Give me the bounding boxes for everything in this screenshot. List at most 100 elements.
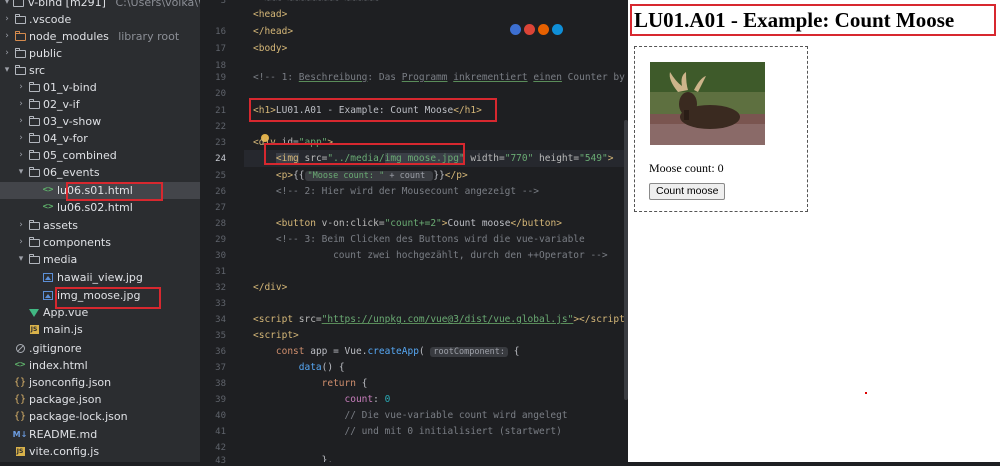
code-line: <!-- 2: Hier wird der Mousecount angezei… — [275, 186, 539, 197]
chevron-right-icon[interactable]: › — [16, 96, 26, 113]
tree-item[interactable]: App.vue — [0, 304, 200, 321]
tree-item-label: main.js — [43, 323, 83, 336]
folder-icon — [12, 0, 24, 11]
code-line: <head> — [253, 9, 288, 20]
tree-item-label: 05_combined — [43, 149, 117, 162]
chevron-right-icon[interactable]: › — [16, 130, 26, 147]
tree-item[interactable]: hawaii_view.jpg — [0, 269, 200, 286]
chevron-right-icon[interactable]: › — [2, 45, 12, 62]
tree-item[interactable]: › 02_v-if — [0, 96, 200, 113]
code-line: return { — [321, 378, 368, 389]
edge-icon[interactable] — [552, 24, 563, 35]
tree-root[interactable]: ▾ v-bind [m291] C:\Users\volka\Web — [0, 0, 200, 11]
chevron-down-icon[interactable]: ▾ — [16, 164, 26, 181]
tree-item[interactable]: <> index.html — [0, 357, 200, 374]
tree-item[interactable]: {} jsonconfig.json — [0, 374, 200, 391]
line-number: 3 — [220, 0, 226, 6]
line-number: 30 — [215, 251, 226, 261]
tree-item[interactable]: {} package.json — [0, 391, 200, 408]
tree-item[interactable]: JS main.js — [0, 321, 200, 338]
json-file-icon: {} — [13, 394, 27, 405]
line-number: 33 — [215, 299, 226, 309]
line-number: 42 — [215, 443, 226, 453]
chevron-right-icon[interactable]: › — [2, 28, 12, 45]
chrome-icon[interactable] — [524, 24, 535, 35]
tree-item[interactable]: › 01_v-bind — [0, 79, 200, 96]
tree-item[interactable]: › .vscode — [0, 11, 200, 28]
line-number: 25 — [215, 171, 226, 181]
tree-item[interactable]: {} package-lock.json — [0, 408, 200, 425]
tree-item[interactable]: ▾ 06_events — [0, 164, 200, 181]
html-file-icon: <> — [14, 360, 26, 370]
code-line: </div> — [253, 282, 288, 293]
tree-item[interactable]: › public — [0, 45, 200, 62]
tree-item-extra: library root — [118, 30, 180, 43]
json-file-icon: {} — [13, 411, 27, 422]
code-line-img: <img src="../media/img_moose.jpg" width=… — [275, 153, 614, 164]
line-number: 31 — [215, 267, 226, 277]
chevron-right-icon[interactable]: › — [2, 11, 12, 28]
line-number: 36 — [215, 347, 226, 357]
project-tree-panel: ▾ v-bind [m291] C:\Users\volka\Web › .vsc… — [0, 0, 200, 462]
line-number: 29 — [215, 235, 226, 245]
browser-preview-icons — [510, 24, 566, 38]
line-number: 16 — [215, 27, 226, 37]
tree-item-label: jsonconfig.json — [29, 376, 112, 389]
folder-icon — [28, 251, 40, 268]
tree-item-label: img_moose.jpg — [57, 289, 141, 302]
code-line: // Die vue-variable count wird angelegt — [344, 410, 568, 421]
code-line: <body> — [253, 43, 288, 54]
line-number: 22 — [215, 122, 226, 132]
tree-item[interactable]: ▾ src — [0, 62, 200, 79]
tree-item-label: vite.config.js — [29, 445, 100, 458]
code-line: <!-- 3: Beim Clicken des Buttons wird di… — [275, 234, 585, 245]
tree-item[interactable]: M↓ README.md — [0, 426, 200, 443]
folder-icon — [28, 113, 40, 130]
firefox-icon[interactable] — [538, 24, 549, 35]
tree-item-label: 03_v-show — [43, 115, 102, 128]
tree-item[interactable]: › 03_v-show — [0, 113, 200, 130]
tree-item-label: components — [43, 236, 111, 249]
tree-item[interactable]: <> lu06.s02.html — [0, 199, 200, 216]
chevron-down-icon[interactable]: ▾ — [2, 0, 12, 11]
chevron-right-icon[interactable]: › — [16, 113, 26, 130]
image-file-icon — [42, 287, 54, 304]
chevron-right-icon[interactable]: › — [16, 217, 26, 234]
tree-item[interactable]: › assets — [0, 217, 200, 234]
code-line: </head> — [253, 26, 294, 37]
folder-icon — [14, 28, 26, 45]
tree-item-label: 02_v-if — [43, 98, 80, 111]
folder-icon — [28, 130, 40, 147]
tree-item-label: lu06.s01.html — [57, 184, 133, 197]
line-number-gutter: 3 16 17 18 19 20 21 22 23 24 25 26 27 28 29 30 31 32 33 34 3… — [204, 0, 244, 466]
folder-icon — [28, 234, 40, 251]
tree-item[interactable]: › 04_v-for — [0, 130, 200, 147]
tree-item[interactable]: › components — [0, 234, 200, 251]
tree-item[interactable]: JS vite.config.js — [0, 443, 200, 460]
tree-item[interactable]: .gitignore — [0, 340, 200, 357]
vite-file-icon: JS — [15, 447, 25, 456]
line-number: 24 — [215, 154, 226, 164]
tree-item[interactable]: <> lu06.s01.html — [0, 182, 200, 199]
count-moose-button[interactable]: Count moose — [649, 183, 726, 200]
tree-item[interactable]: › 05_combined — [0, 147, 200, 164]
code-editor[interactable]: ~~~ ~~~~~~~~~ ~~~~~~ <head> </head> <bod… — [244, 0, 628, 462]
chevron-down-icon[interactable]: ▾ — [16, 251, 26, 268]
chevron-down-icon[interactable]: ▾ — [2, 62, 12, 79]
chevron-right-icon[interactable]: › — [16, 79, 26, 96]
html-file-icon: <> — [42, 185, 54, 195]
line-number: 43 — [215, 456, 226, 466]
chevron-right-icon[interactable]: › — [16, 147, 26, 164]
folder-icon — [14, 62, 26, 79]
tree-item[interactable]: › node_modules library root — [0, 28, 200, 45]
code-line: const app = Vue.createApp( rootComponent… — [275, 346, 520, 357]
tree-item[interactable]: img_moose.jpg — [0, 287, 200, 304]
tree-item-label: hawaii_view.jpg — [57, 271, 143, 284]
tree-item-label: src — [29, 64, 46, 77]
chevron-right-icon[interactable]: › — [16, 234, 26, 251]
image-file-icon — [42, 269, 54, 286]
webstorm-browser-icon[interactable] — [510, 24, 521, 35]
tree-item[interactable]: ▾ media — [0, 251, 200, 268]
tree-item-label: lu06.s02.html — [57, 201, 133, 214]
code-line: <!-- 1: Beschreibung: Das Programm inkre… — [253, 72, 625, 83]
